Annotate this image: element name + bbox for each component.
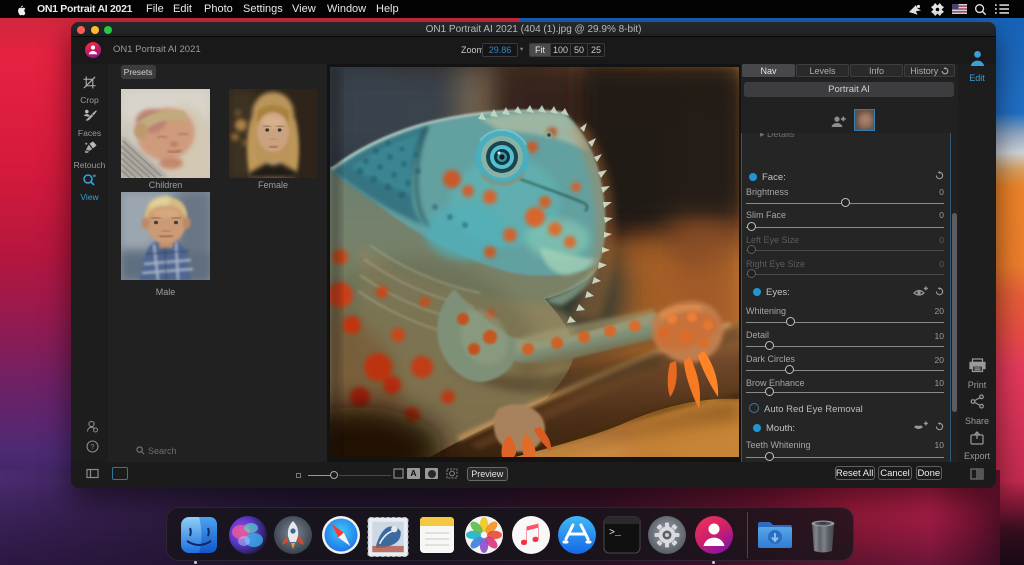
svg-text:>_: >_ [609,528,622,539]
svg-text:?: ? [91,444,95,451]
